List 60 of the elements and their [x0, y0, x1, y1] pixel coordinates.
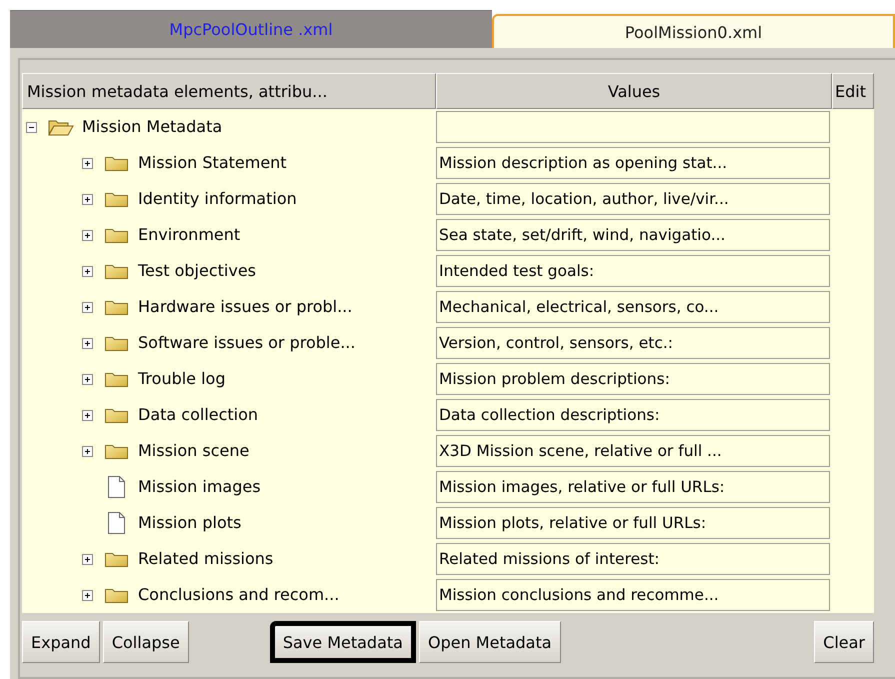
tree-item[interactable]: Trouble log	[138, 368, 226, 390]
tree-item[interactable]: Identity information	[138, 188, 297, 210]
folder-icon	[104, 334, 130, 352]
action-button[interactable]: Open Metadata	[418, 621, 561, 663]
folder-icon	[104, 586, 130, 604]
tree-item[interactable]: Mission scene	[138, 440, 250, 462]
expand-toggle[interactable]	[82, 446, 93, 456]
column-header[interactable]: Mission metadata elements, attribu...	[22, 73, 436, 109]
tree-item[interactable]: Test objectives	[138, 260, 256, 282]
expand-toggle[interactable]	[82, 302, 93, 312]
expand-toggle[interactable]	[82, 374, 93, 384]
folder-icon	[104, 154, 130, 172]
expand-toggle[interactable]	[82, 158, 93, 168]
expand-toggle[interactable]	[82, 194, 93, 204]
action-button[interactable]: Expand	[22, 621, 100, 663]
value-field[interactable]: Related missions of interest:	[436, 543, 830, 575]
value-field[interactable]: Date, time, location, author, live/vir...	[436, 183, 830, 215]
folder-icon	[104, 550, 130, 568]
value-field[interactable]: Mission images, relative or full URLs:	[436, 471, 830, 503]
tree-item[interactable]: Mission images	[138, 476, 261, 498]
value-field[interactable]: Mission problem descriptions:	[436, 363, 830, 395]
action-button[interactable]: Save Metadata	[270, 621, 416, 663]
tree-item[interactable]: Mission Statement	[138, 152, 287, 174]
column-header[interactable]: Edit	[832, 73, 874, 109]
tree-item[interactable]: Conclusions and recom...	[138, 584, 340, 606]
value-field[interactable]: Mission plots, relative or full URLs:	[436, 507, 830, 539]
open-folder-icon	[48, 118, 74, 136]
tree-item[interactable]: Hardware issues or probl...	[138, 296, 352, 318]
folder-icon	[104, 442, 130, 460]
value-field[interactable]: Mission description as opening stat...	[436, 147, 830, 179]
expand-toggle[interactable]	[82, 338, 93, 348]
folder-icon	[104, 298, 130, 316]
file-tab[interactable]: PoolMission0.xml	[492, 14, 895, 48]
tree-item[interactable]: Mission plots	[138, 512, 242, 534]
value-field[interactable]: Version, control, sensors, etc.:	[436, 327, 830, 359]
folder-icon	[104, 226, 130, 244]
value-field[interactable]: Mechanical, electrical, sensors, co...	[436, 291, 830, 323]
value-field[interactable]: Mission conclusions and recomme...	[436, 579, 830, 611]
action-button[interactable]: Collapse	[102, 621, 189, 663]
value-field[interactable]: Intended test goals:	[436, 255, 830, 287]
expand-toggle[interactable]	[82, 590, 93, 600]
expand-toggle[interactable]	[82, 554, 93, 564]
expand-toggle[interactable]	[82, 410, 93, 420]
tree-item[interactable]: Mission Metadata	[82, 116, 222, 138]
folder-icon	[104, 406, 130, 424]
expand-toggle[interactable]	[82, 230, 93, 240]
tree-item[interactable]: Related missions	[138, 548, 274, 570]
value-field[interactable]: Sea state, set/drift, wind, navigatio...	[436, 219, 830, 251]
value-field[interactable]: X3D Mission scene, relative or full ...	[436, 435, 830, 467]
value-field[interactable]: Data collection descriptions:	[436, 399, 830, 431]
folder-icon	[104, 262, 130, 280]
tree-item[interactable]: Environment	[138, 224, 240, 246]
action-button[interactable]: Clear	[814, 621, 874, 663]
value-field[interactable]	[436, 111, 830, 143]
tree-item[interactable]: Software issues or proble...	[138, 332, 356, 354]
column-header[interactable]: Values	[436, 73, 832, 109]
expand-toggle[interactable]	[82, 266, 93, 276]
folder-icon	[104, 190, 130, 208]
tree-item[interactable]: Data collection	[138, 404, 258, 426]
folder-icon	[104, 370, 130, 388]
